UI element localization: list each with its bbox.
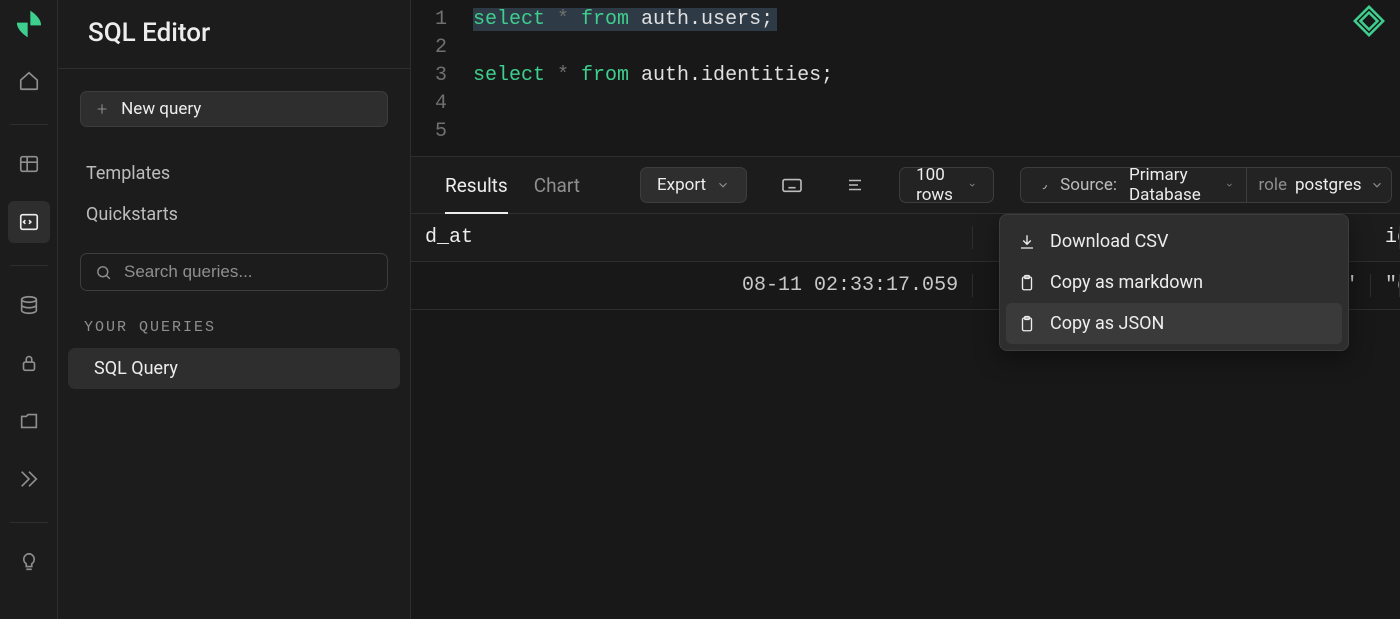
chevron-down-icon [716,178,730,192]
tab-results[interactable]: Results [445,158,508,213]
source-value: Primary Database [1129,165,1213,205]
chevron-down-icon [1225,178,1234,192]
chevron-down-icon [968,178,977,192]
code-line[interactable]: 4 [411,90,1400,118]
loading-icon [1037,176,1048,194]
code-content: select * from auth.users; [473,6,777,34]
role-label: role [1259,175,1287,195]
search-queries-input[interactable] [124,262,373,282]
column-header[interactable]: id [1371,226,1400,249]
download-csv-item[interactable]: Download CSV [1006,221,1342,262]
templates-link[interactable]: Templates [80,153,388,194]
export-dropdown: Download CSV Copy as markdown Copy as JS… [999,214,1349,351]
line-number: 4 [411,90,473,118]
new-query-label: New query [121,99,201,119]
line-number: 1 [411,6,473,34]
storage-icon[interactable] [8,400,50,442]
code-content: select * from auth.identities; [473,62,837,90]
copy-markdown-label: Copy as markdown [1050,272,1203,293]
export-button[interactable]: Export [640,167,747,203]
line-number: 3 [411,62,473,90]
edge-functions-icon[interactable] [8,458,50,500]
column-header[interactable]: d_at [411,226,973,249]
rows-label: 100 rows [916,165,958,205]
code-editor[interactable]: 1select * from auth.users;23select * fro… [411,0,1400,156]
home-icon[interactable] [8,60,50,102]
copy-json-item[interactable]: Copy as JSON [1006,303,1342,344]
divider [1246,167,1247,203]
ai-assistant-icon[interactable] [1352,4,1386,38]
chevron-down-icon [1370,178,1384,192]
code-line[interactable]: 5 [411,118,1400,146]
rows-select[interactable]: 100 rows [899,167,994,203]
divider [10,265,48,266]
download-icon [1018,233,1036,251]
your-queries-label: YOUR QUERIES [84,319,388,336]
copy-json-label: Copy as JSON [1050,313,1164,334]
code-line[interactable]: 3select * from auth.identities; [411,62,1400,90]
divider [10,522,48,523]
cell: 08-11 02:33:17.059 [411,274,973,297]
advisor-icon[interactable] [8,541,50,583]
plus-icon: + [97,99,107,120]
wrap-lines-icon[interactable] [837,167,873,203]
copy-markdown-item[interactable]: Copy as markdown [1006,262,1342,303]
divider [10,124,48,125]
results-area: d_at id 08-11 02:33:17.059 os.com" "d45c… [411,214,1400,619]
database-icon[interactable] [8,284,50,326]
source-select[interactable]: Source: Primary Database role postgres [1020,167,1393,203]
role-select[interactable]: role postgres [1259,175,1384,195]
auth-icon[interactable] [8,342,50,384]
quickstarts-link[interactable]: Quickstarts [80,194,388,235]
search-queries-wrap [80,253,388,291]
results-toolbar: Results Chart Export 100 rows Source: Pr… [411,156,1400,214]
table-editor-icon[interactable] [8,143,50,185]
query-item[interactable]: SQL Query [68,348,400,389]
sql-editor-icon[interactable] [8,201,50,243]
line-number: 2 [411,34,473,62]
code-content [473,118,477,146]
code-content [473,90,477,118]
role-value: postgres [1295,175,1362,195]
code-line[interactable]: 2 [411,34,1400,62]
keyboard-icon[interactable] [773,167,811,203]
cell: "d45cf357-bdb8-4821-a32a-7fc487cb17e6" [1371,274,1400,297]
logo [13,8,45,40]
clipboard-icon [1018,274,1036,292]
tab-chart[interactable]: Chart [534,158,580,213]
search-icon [95,264,112,281]
source-prefix: Source: [1060,175,1117,195]
download-csv-label: Download CSV [1050,231,1168,252]
page-title: SQL Editor [58,4,410,68]
export-label: Export [657,175,706,195]
line-number: 5 [411,118,473,146]
main: 1select * from auth.users;23select * fro… [411,0,1400,619]
code-content [473,34,477,62]
icon-rail [0,0,58,619]
new-query-button[interactable]: + New query [80,91,388,127]
clipboard-icon [1018,315,1036,333]
sidebar: SQL Editor + New query Templates Quickst… [58,0,411,619]
code-line[interactable]: 1select * from auth.users; [411,6,1400,34]
